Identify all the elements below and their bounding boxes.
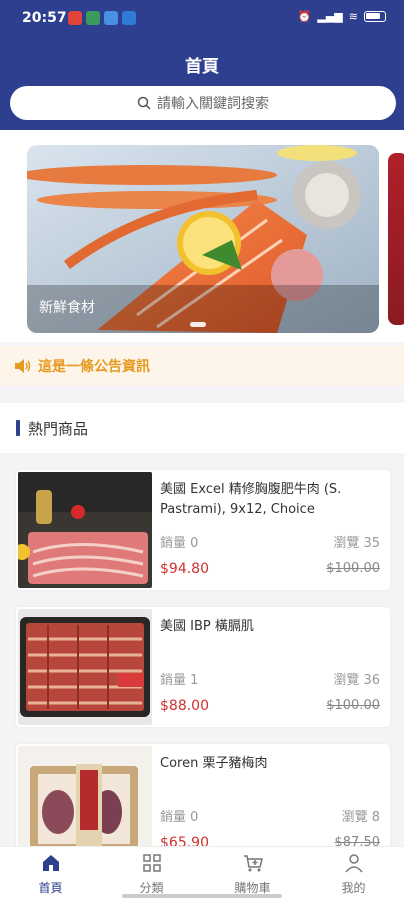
product-original-price: $100.00 bbox=[326, 698, 380, 713]
status-bar: 20:57 ⏰ ▂▄▆ ≋ bbox=[0, 0, 404, 36]
product-sales: 銷量 1 bbox=[160, 673, 199, 688]
tab-label: 我的 bbox=[341, 881, 366, 895]
battery-icon bbox=[364, 11, 386, 22]
product-name: 美國 IBP 橫膈肌 bbox=[160, 619, 254, 634]
tab-cart[interactable]: 購物車 bbox=[202, 847, 303, 900]
home-icon bbox=[42, 855, 59, 871]
product-original-price: $100.00 bbox=[326, 561, 380, 576]
tab-category[interactable]: 分類 bbox=[101, 847, 202, 900]
status-time: 20:57 bbox=[22, 10, 67, 26]
tab-mine[interactable]: 我的 bbox=[303, 847, 404, 900]
product-image bbox=[18, 609, 152, 725]
search-icon bbox=[137, 96, 151, 110]
page-title: 首頁 bbox=[185, 57, 219, 77]
product-card[interactable]: 美國 IBP 橫膈肌 銷量 1 瀏覽 36 $88.00 $100.00 bbox=[16, 607, 390, 727]
wifi-icon: ≋ bbox=[348, 10, 358, 23]
header: 20:57 ⏰ ▂▄▆ ≋ 首頁 請輸入關鍵詞搜索 bbox=[0, 0, 404, 130]
tab-home[interactable]: 首頁 bbox=[0, 847, 101, 900]
signal-icon: ▂▄▆ bbox=[317, 10, 343, 23]
banner-slide[interactable]: 新鮮食材 bbox=[27, 145, 379, 333]
app-notification-icon bbox=[122, 11, 136, 25]
alarm-icon: ⏰ bbox=[297, 10, 312, 23]
product-price: $94.80 bbox=[160, 561, 209, 577]
announcement-bar[interactable]: 這是一條公告資訊 bbox=[0, 346, 404, 386]
product-image bbox=[18, 746, 152, 862]
search-input[interactable]: 請輸入關鍵詞搜索 bbox=[10, 86, 396, 120]
speaker-icon bbox=[15, 359, 31, 373]
section-title: 熱門商品 bbox=[28, 419, 89, 438]
section-accent-bar bbox=[16, 420, 20, 436]
product-card[interactable]: 美國 Excel 精修胸腹肥牛肉 (S. Pastrami), 9x12, Ch… bbox=[16, 470, 390, 590]
notification-icons bbox=[68, 11, 136, 25]
product-sales: 銷量 0 bbox=[160, 810, 199, 825]
product-name: 美國 Excel 精修胸腹肥牛肉 (S. Pastrami), 9x12, Ch… bbox=[160, 482, 342, 517]
app-notification-icon bbox=[104, 11, 118, 25]
product-name: Coren 栗子豬梅肉 bbox=[160, 756, 268, 771]
status-right: ⏰ ▂▄▆ ≋ bbox=[298, 10, 386, 23]
product-views: 瀏覽 35 bbox=[333, 536, 380, 551]
app-notification-icon bbox=[86, 11, 100, 25]
section-header-hot-products: 熱門商品 bbox=[0, 403, 404, 453]
carousel-indicator bbox=[190, 322, 206, 327]
grid-icon bbox=[142, 854, 161, 872]
user-icon bbox=[344, 854, 363, 873]
announcement-text: 這是一條公告資訊 bbox=[38, 359, 150, 375]
product-sales: 銷量 0 bbox=[160, 536, 199, 551]
home-indicator bbox=[122, 894, 282, 898]
cart-icon bbox=[243, 855, 263, 872]
product-image bbox=[18, 472, 152, 588]
app-notification-icon bbox=[68, 11, 82, 25]
next-banner-slide[interactable] bbox=[388, 153, 404, 325]
product-views: 瀏覽 8 bbox=[341, 810, 380, 825]
tab-label: 首頁 bbox=[38, 881, 63, 895]
product-price: $88.00 bbox=[160, 698, 209, 714]
product-views: 瀏覽 36 bbox=[333, 673, 380, 688]
bottom-tab-bar: 首頁 分類 購物車 我的 bbox=[0, 846, 404, 900]
search-placeholder: 請輸入關鍵詞搜索 bbox=[157, 96, 269, 112]
